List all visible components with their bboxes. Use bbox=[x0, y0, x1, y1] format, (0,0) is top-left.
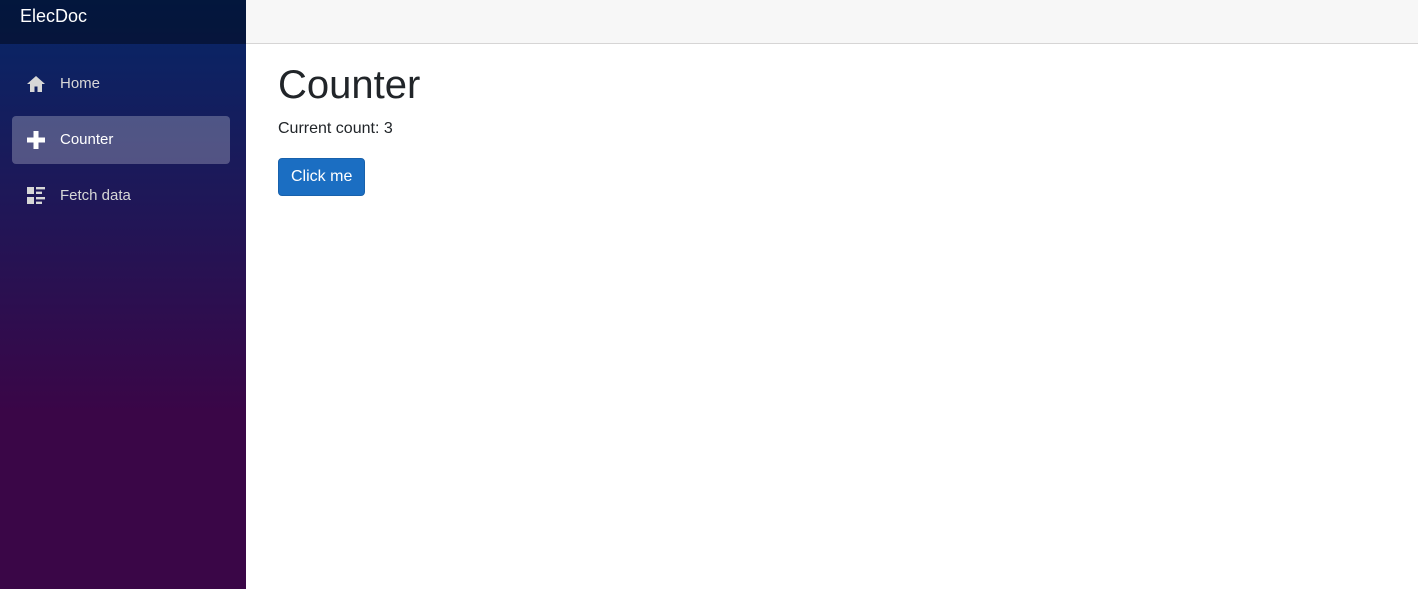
page-title: Counter bbox=[278, 63, 421, 107]
sidebar: ElecDoc Home Counter Fetch data bbox=[0, 0, 246, 589]
count-label: Current count: bbox=[278, 120, 380, 137]
sidebar-item-label: Home bbox=[60, 75, 101, 92]
app-root: ElecDoc Home Counter Fetch data Counter … bbox=[0, 0, 1418, 589]
main-content: Counter Current count: 3 Click me bbox=[278, 60, 1378, 196]
brand-bar: ElecDoc bbox=[0, 0, 246, 44]
current-count: Current count: 3 bbox=[278, 118, 1378, 140]
sidebar-item-label: Counter bbox=[60, 131, 114, 148]
nav-menu: Home Counter Fetch data bbox=[12, 60, 230, 228]
sidebar-item-home[interactable]: Home bbox=[12, 60, 230, 108]
top-row bbox=[246, 0, 1418, 44]
click-me-button[interactable]: Click me bbox=[278, 158, 366, 196]
home-icon bbox=[26, 74, 46, 94]
brand-link[interactable]: ElecDoc bbox=[20, 6, 87, 26]
count-value: 3 bbox=[383, 120, 393, 137]
sidebar-item-label: Fetch data bbox=[60, 187, 131, 204]
plus-icon bbox=[26, 130, 46, 150]
sidebar-item-counter[interactable]: Counter bbox=[12, 116, 230, 164]
list-icon bbox=[26, 186, 46, 206]
sidebar-item-fetch-data[interactable]: Fetch data bbox=[12, 172, 230, 220]
